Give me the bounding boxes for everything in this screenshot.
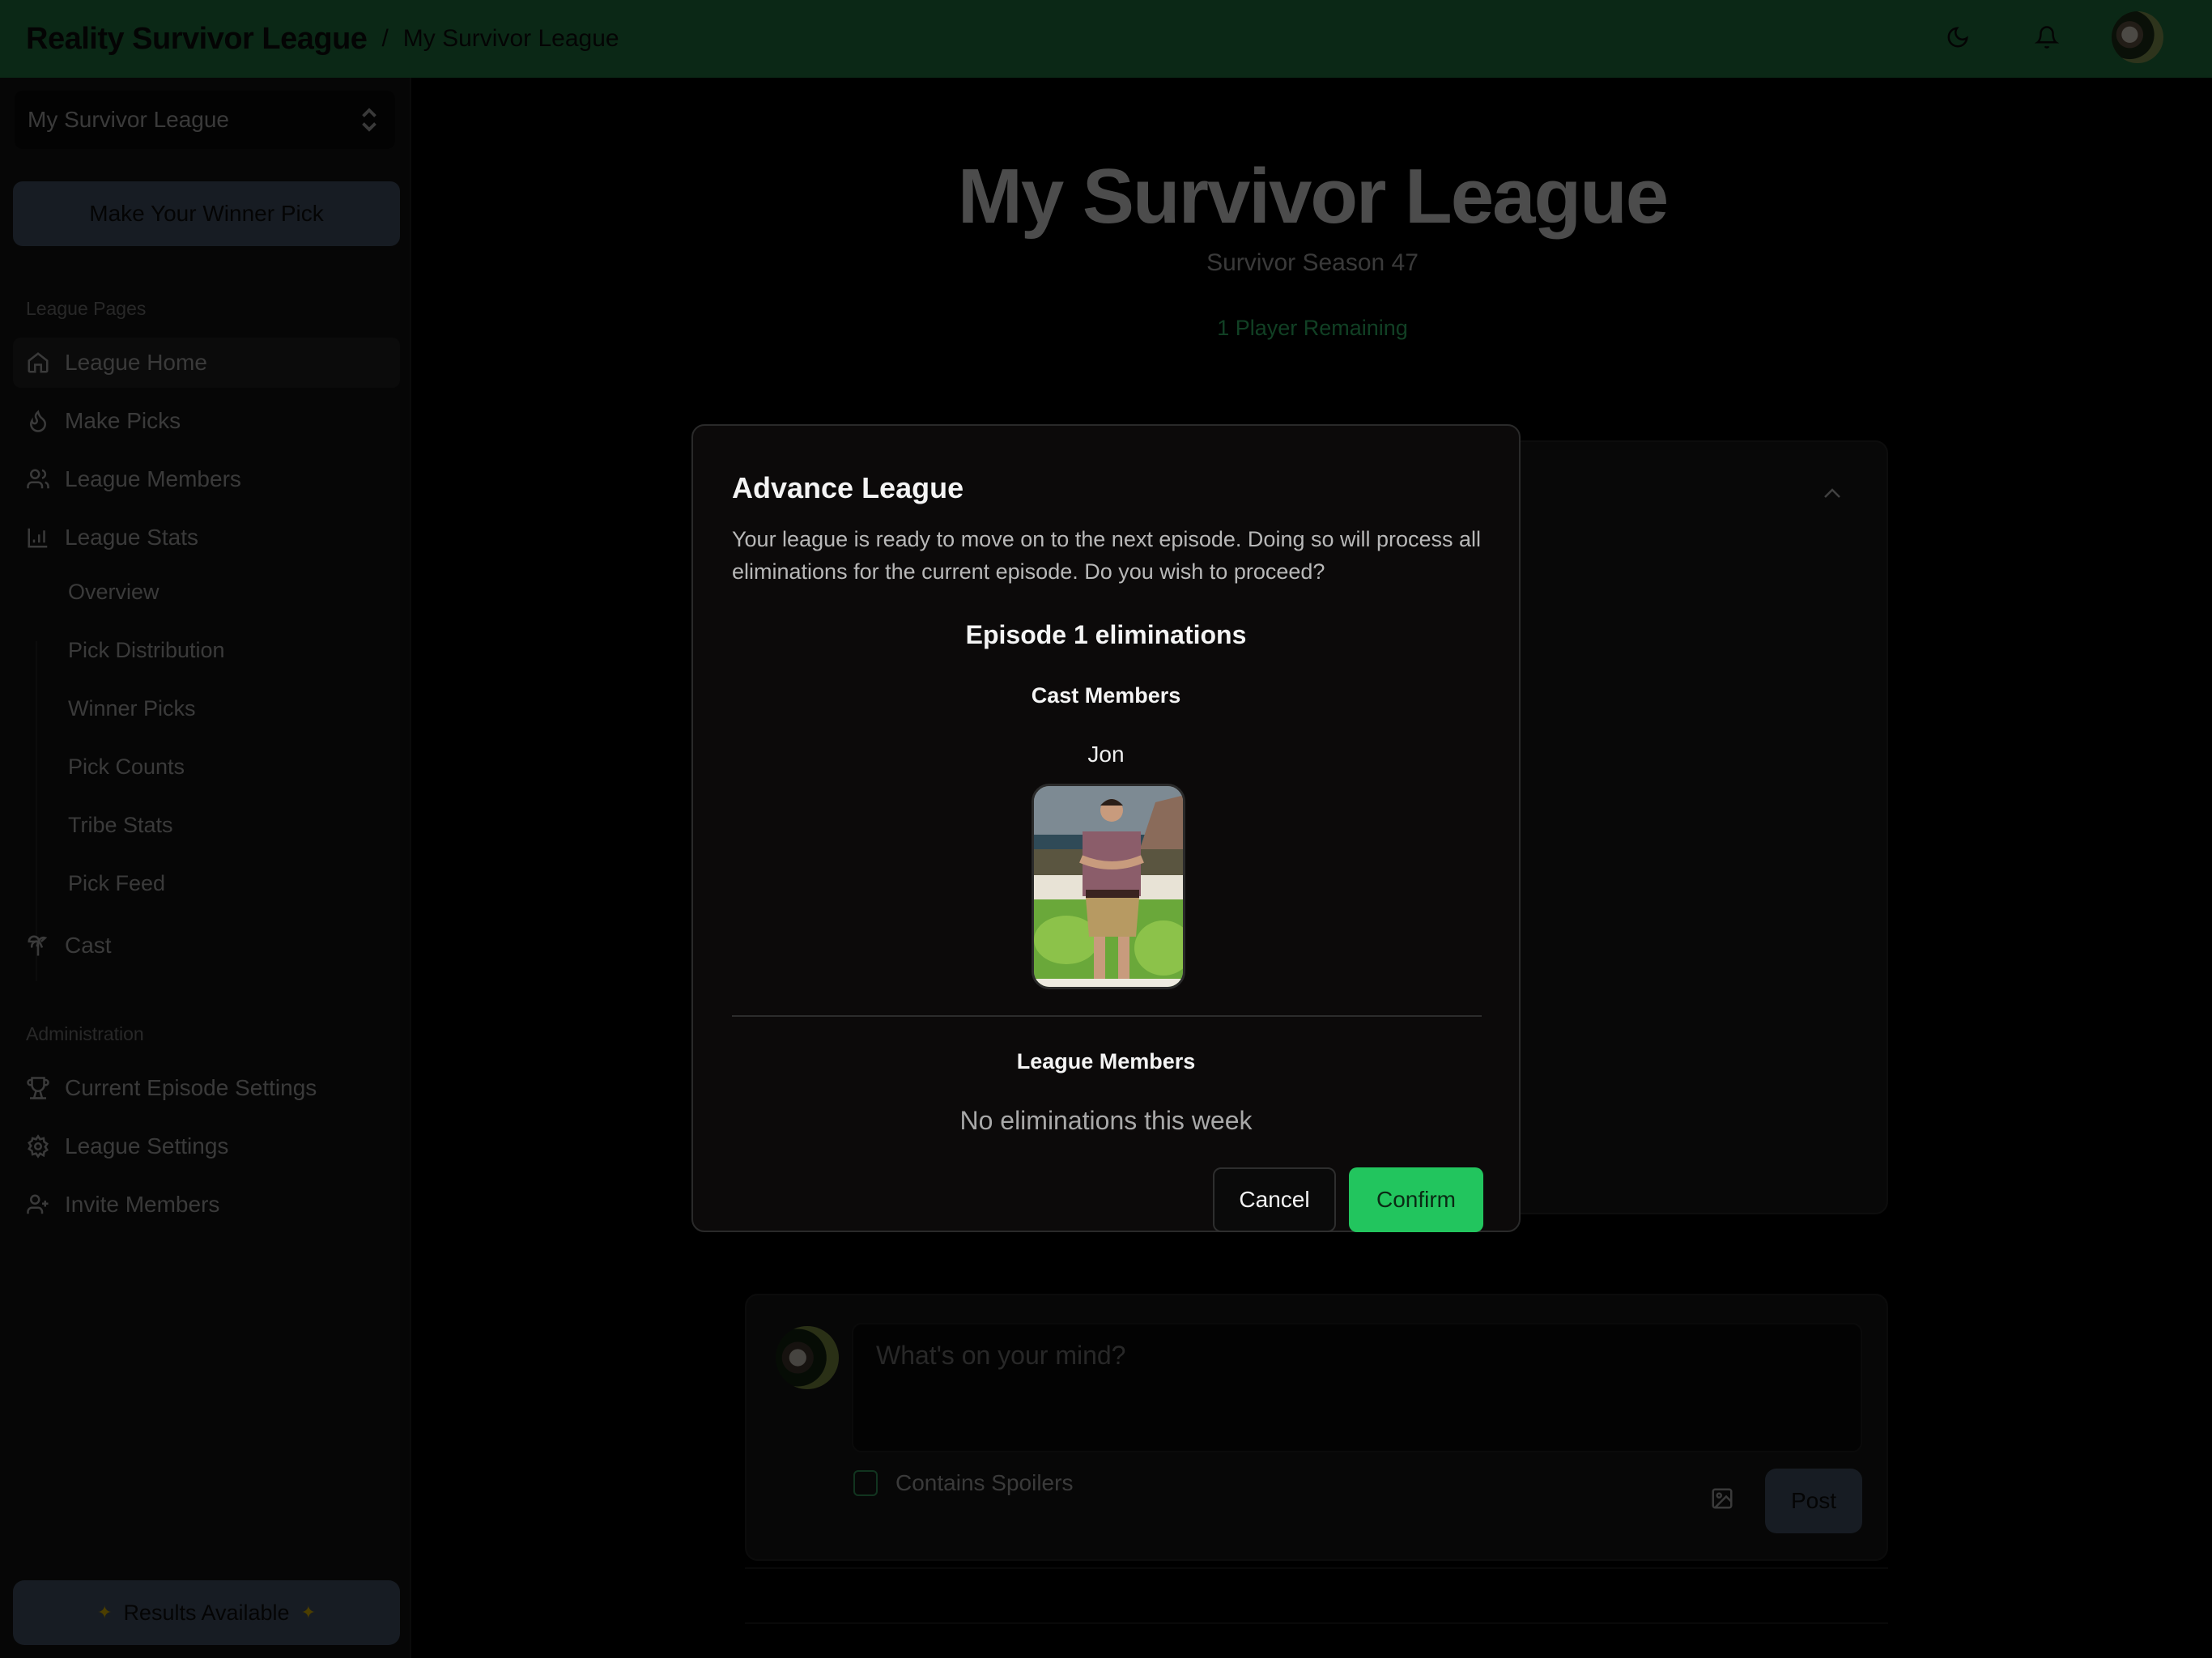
advance-league-dialog: Advance League Your league is ready to m… xyxy=(691,424,1521,1232)
confirm-button[interactable]: Confirm xyxy=(1349,1167,1483,1232)
dialog-divider xyxy=(732,1015,1482,1017)
eliminated-cast-name: Jon xyxy=(1087,742,1125,767)
dialog-title: Advance League xyxy=(732,471,964,504)
eliminated-cast-photo xyxy=(1032,784,1185,989)
cast-members-heading: Cast Members xyxy=(1031,683,1181,708)
cancel-button[interactable]: Cancel xyxy=(1213,1167,1336,1232)
no-eliminations-message: No eliminations this week xyxy=(959,1106,1253,1135)
league-members-heading: League Members xyxy=(1016,1049,1196,1073)
eliminations-heading: Episode 1 eliminations xyxy=(965,620,1247,649)
dialog-description: Your league is ready to move on to the n… xyxy=(732,527,1482,584)
